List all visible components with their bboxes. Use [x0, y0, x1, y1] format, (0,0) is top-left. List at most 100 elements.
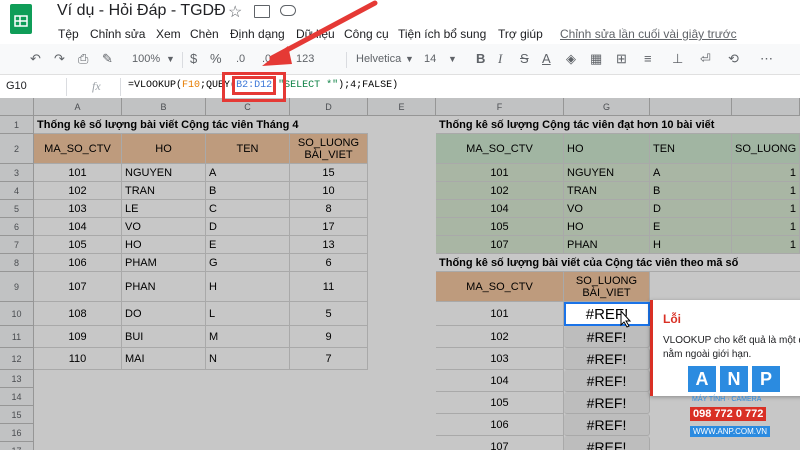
table1-cell[interactable]: 9 [290, 326, 368, 348]
table2-cell[interactable]: 1 [732, 236, 800, 254]
table3-cell[interactable]: 106 [436, 414, 564, 436]
table1-cell[interactable]: 103 [34, 200, 122, 218]
table1-title[interactable]: Thống kê số lượng bài viết Cộng tác viên… [34, 116, 368, 134]
table3-cell[interactable]: 104 [436, 370, 564, 392]
table1-cell[interactable]: 15 [290, 164, 368, 182]
table1-cell[interactable]: 7 [290, 348, 368, 370]
table1-cell[interactable]: 6 [290, 254, 368, 272]
table2-cell[interactable]: 1 [732, 200, 800, 218]
currency-button[interactable]: $ [190, 50, 197, 68]
table3-ref-error[interactable]: #REF! [564, 326, 650, 348]
table2-cell[interactable]: 102 [436, 182, 564, 200]
row-header[interactable]: 16 [0, 424, 34, 442]
menu-addons[interactable]: Tiện ích bổ sung [398, 24, 486, 44]
text-color-button[interactable]: A [542, 50, 551, 68]
row-header[interactable]: 7 [0, 236, 34, 254]
table1-cell[interactable]: 105 [34, 236, 122, 254]
table3-header[interactable]: MA_SO_CTV [436, 272, 564, 302]
column-header-a[interactable]: A [34, 98, 122, 116]
bold-button[interactable]: B [476, 50, 485, 68]
column-header-h[interactable] [650, 98, 732, 116]
menu-help[interactable]: Trợ giúp [498, 24, 543, 44]
zoom-dropdown-icon[interactable]: ▼ [166, 50, 175, 68]
table2-cell[interactable]: 101 [436, 164, 564, 182]
row-header[interactable]: 6 [0, 218, 34, 236]
table2-header[interactable]: TEN [650, 134, 732, 164]
table1-cell[interactable]: N [206, 348, 290, 370]
table1-cell[interactable]: M [206, 326, 290, 348]
table1-cell[interactable]: 8 [290, 200, 368, 218]
italic-button[interactable]: I [498, 50, 502, 68]
merge-cells-icon[interactable]: ⊞ [616, 50, 627, 68]
table3-title[interactable]: Thống kê số lượng bài viết của Cộng tác … [436, 254, 800, 272]
table1-cell[interactable]: PHAM [122, 254, 206, 272]
table1-cell[interactable]: C [206, 200, 290, 218]
table3-cell[interactable]: 101 [436, 302, 564, 326]
table1-cell[interactable]: 13 [290, 236, 368, 254]
table1-cell[interactable]: DO [122, 302, 206, 326]
table1-cell[interactable]: LE [122, 200, 206, 218]
row-header[interactable]: 3 [0, 164, 34, 182]
table1-cell[interactable]: 11 [290, 272, 368, 302]
table1-cell[interactable]: 101 [34, 164, 122, 182]
document-title[interactable]: Ví dụ - Hỏi Đáp - TGDĐ [57, 2, 226, 20]
row-header[interactable]: 10 [0, 302, 34, 326]
table2-header[interactable]: HO [564, 134, 650, 164]
table2-cell[interactable]: HO [564, 218, 650, 236]
table2-cell[interactable]: TRAN [564, 182, 650, 200]
table2-header[interactable]: SO_LUONG [732, 134, 800, 164]
row-header[interactable]: 4 [0, 182, 34, 200]
table1-cell[interactable]: B [206, 182, 290, 200]
active-cell-g10[interactable]: #REF! [564, 302, 650, 326]
table2-header[interactable]: MA_SO_CTV [436, 134, 564, 164]
table2-cell[interactable]: 1 [732, 218, 800, 236]
table1-cell[interactable]: PHAN [122, 272, 206, 302]
table1-header[interactable]: MA_SO_CTV [34, 134, 122, 164]
table3-ref-error[interactable]: #REF! [564, 348, 650, 370]
menu-file[interactable]: Tệp [58, 24, 79, 44]
table1-cell[interactable]: E [206, 236, 290, 254]
table3-cell[interactable]: 105 [436, 392, 564, 414]
percent-button[interactable]: % [210, 50, 222, 68]
table1-cell[interactable]: 106 [34, 254, 122, 272]
table1-cell[interactable]: 5 [290, 302, 368, 326]
row-header[interactable]: 13 [0, 370, 34, 388]
table3-ref-error[interactable]: #REF! [564, 392, 650, 414]
table1-cell[interactable]: D [206, 218, 290, 236]
column-header-g[interactable]: G [564, 98, 650, 116]
table1-cell[interactable]: 110 [34, 348, 122, 370]
table1-cell[interactable]: VO [122, 218, 206, 236]
table2-cell[interactable]: PHAN [564, 236, 650, 254]
menu-view[interactable]: Xem [156, 24, 181, 44]
column-header-i[interactable] [732, 98, 800, 116]
table1-header[interactable]: HO [122, 134, 206, 164]
table3-ref-error[interactable]: #REF! [564, 370, 650, 392]
table3-ref-error[interactable]: #REF! [564, 436, 650, 450]
table1-cell[interactable]: A [206, 164, 290, 182]
table1-cell[interactable]: H [206, 272, 290, 302]
table2-cell[interactable]: 104 [436, 200, 564, 218]
table2-cell[interactable]: E [650, 218, 732, 236]
table1-cell[interactable]: HO [122, 236, 206, 254]
column-header-d[interactable]: D [290, 98, 368, 116]
row-header[interactable]: 8 [0, 254, 34, 272]
table1-cell[interactable]: 104 [34, 218, 122, 236]
table2-cell[interactable]: 105 [436, 218, 564, 236]
table3-header[interactable]: SO_LUONG BÀI_VIET [564, 272, 650, 302]
paint-format-icon[interactable]: ✎ [102, 50, 113, 68]
column-header-f[interactable]: F [436, 98, 564, 116]
print-icon[interactable]: ⎙ [78, 50, 88, 68]
redo-icon[interactable]: ↷ [54, 50, 65, 68]
menu-insert[interactable]: Chèn [190, 24, 219, 44]
row-header[interactable]: 11 [0, 326, 34, 348]
strikethrough-button[interactable]: S [520, 50, 529, 68]
row-header[interactable]: 15 [0, 406, 34, 424]
row-header[interactable]: 1 [0, 116, 34, 134]
column-header-b[interactable]: B [122, 98, 206, 116]
table2-cell[interactable]: 1 [732, 182, 800, 200]
column-header-e[interactable]: E [368, 98, 436, 116]
spreadsheet-grid[interactable]: A B C D E F G 1 2 3 4 5 6 7 8 9 10 11 12… [0, 98, 800, 450]
table1-cell[interactable]: TRAN [122, 182, 206, 200]
select-all-corner[interactable] [0, 98, 34, 116]
table1-header[interactable]: TEN [206, 134, 290, 164]
